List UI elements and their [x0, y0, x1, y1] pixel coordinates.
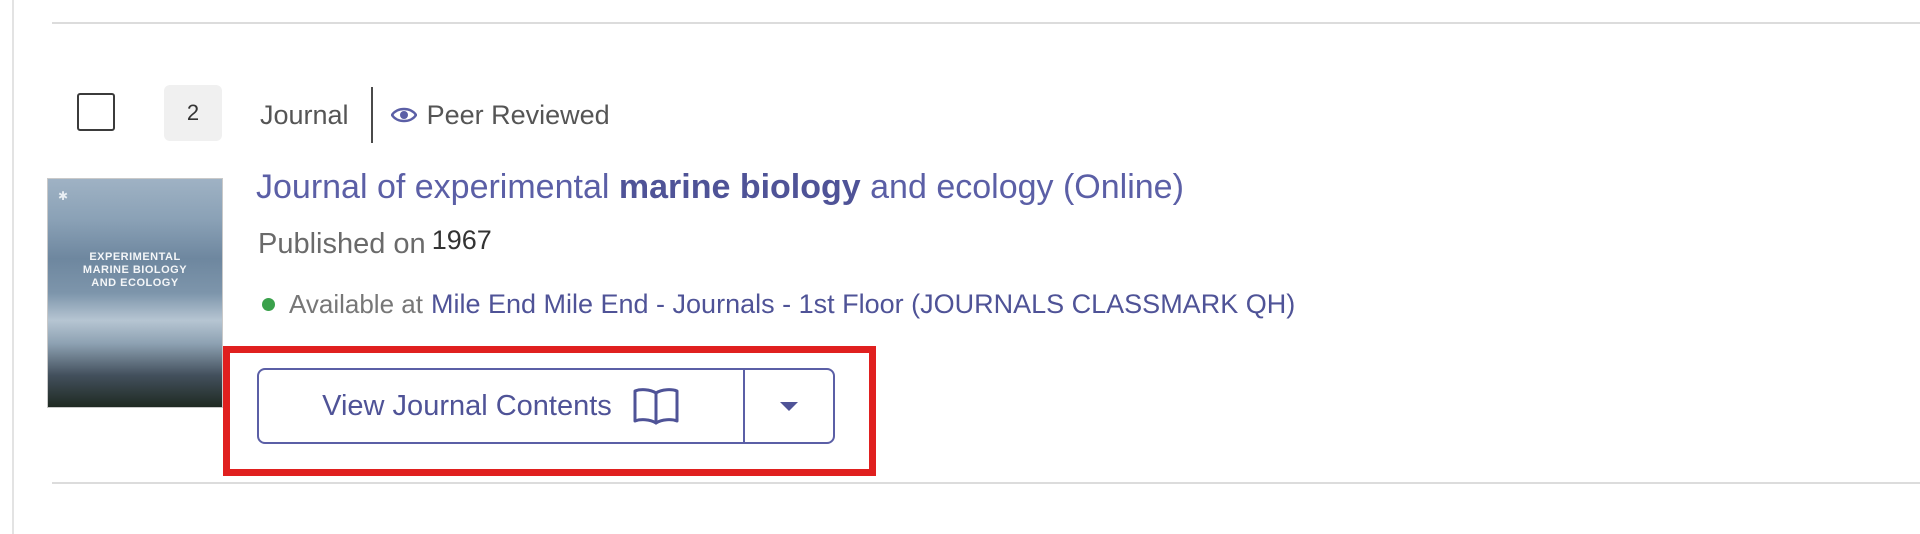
- divider: [52, 22, 1920, 24]
- book-icon: [633, 388, 679, 425]
- result-number: 2: [164, 85, 222, 141]
- cover-line: EXPERIMENTAL: [89, 251, 181, 263]
- left-border: [0, 0, 14, 534]
- cover-title: EXPERIMENTAL MARINE BIOLOGY AND ECOLOGY: [48, 251, 222, 290]
- view-journal-contents-button[interactable]: View Journal Contents: [259, 370, 745, 442]
- peer-reviewed-label: Peer Reviewed: [426, 99, 610, 130]
- title-text: Journal of experimental: [256, 168, 619, 206]
- select-checkbox[interactable]: [77, 93, 115, 131]
- title-highlight: marine biology: [618, 168, 861, 206]
- result-meta: Journal Peer Reviewed: [260, 87, 610, 143]
- view-journal-contents-label: View Journal Contents: [322, 389, 612, 422]
- divider: [52, 482, 1920, 484]
- result-title-link[interactable]: Journal of experimental marine biology a…: [256, 168, 1184, 207]
- availability-label: Available at: [289, 289, 423, 319]
- published-label: Published on: [258, 228, 426, 260]
- peer-reviewed-badge: Peer Reviewed: [390, 99, 610, 131]
- available-status-icon: [262, 298, 275, 311]
- eye-icon: [390, 107, 417, 123]
- meta-separator: [370, 87, 373, 143]
- published-year: 1967: [431, 225, 492, 255]
- publisher-logo-icon: ✱: [58, 189, 69, 203]
- view-contents-button-group: View Journal Contents: [257, 368, 835, 444]
- resource-type-label: Journal: [260, 99, 349, 130]
- availability-location-link[interactable]: Mile End Mile End - Journals - 1st Floor…: [431, 289, 1295, 320]
- cover-line: MARINE BIOLOGY: [82, 264, 188, 276]
- cover-line: AND ECOLOGY: [91, 277, 179, 289]
- published-info: Published on 1967: [258, 225, 492, 261]
- journal-cover-thumbnail[interactable]: ✱ EXPERIMENTAL MARINE BIOLOGY AND ECOLOG…: [47, 178, 223, 408]
- title-text: and ecology (Online): [860, 168, 1184, 206]
- more-options-dropdown-button[interactable]: [745, 370, 833, 442]
- chevron-down-icon: [780, 401, 798, 411]
- availability-status: Available at Mile End Mile End - Journal…: [262, 289, 1295, 320]
